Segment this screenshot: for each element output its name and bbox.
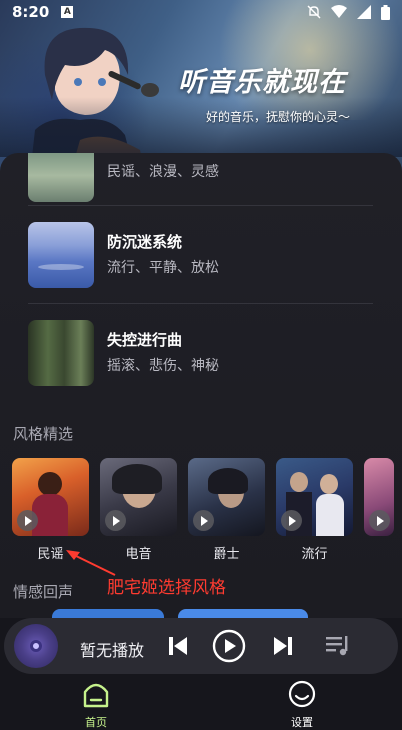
bottom-navigation: 首页 设置 xyxy=(0,674,402,730)
playlist-tags: 摇滚、悲伤、神秘 xyxy=(107,358,219,374)
hero-subtitle: 好的音乐，抚慰你的心灵～ xyxy=(206,110,351,124)
style-label: 爵士 xyxy=(213,547,240,562)
play-icon[interactable] xyxy=(281,510,302,531)
playlist-cover xyxy=(28,153,94,202)
now-playing-text: 暂无播放 xyxy=(80,641,145,660)
mute-bell-icon xyxy=(307,5,321,19)
previous-button[interactable] xyxy=(162,630,194,662)
play-circle-icon xyxy=(212,629,246,663)
divider xyxy=(28,303,373,304)
playlist-item[interactable]: 防沉迷系统 流行、平静、放松 xyxy=(28,221,378,289)
section-title-emotions: 情感回声 xyxy=(13,583,74,601)
battery-icon xyxy=(381,4,390,20)
playlist-item[interactable]: 民谣、浪漫、灵感 xyxy=(28,153,378,203)
mini-player[interactable]: 暂无播放 xyxy=(4,618,398,674)
emotion-card[interactable] xyxy=(52,609,164,618)
album-disc-icon[interactable] xyxy=(14,624,58,668)
home-icon xyxy=(83,683,109,708)
crowd-silhouette xyxy=(0,97,402,157)
playlist-item[interactable]: 失控进行曲 摇滚、悲伤、神秘 xyxy=(28,319,378,387)
annotation-text: 肥宅姬选择风格 xyxy=(107,578,226,598)
playlist-title: 防沉迷系统 xyxy=(107,233,183,251)
status-time: 8:20 xyxy=(12,3,50,21)
signal-icon xyxy=(357,5,371,19)
style-card-folk[interactable] xyxy=(12,458,89,536)
nav-home[interactable]: 首页 xyxy=(66,680,126,730)
divider xyxy=(28,205,373,206)
play-icon[interactable] xyxy=(369,510,390,531)
playlist-cover xyxy=(28,222,94,288)
next-button[interactable] xyxy=(267,630,299,662)
status-icons xyxy=(307,4,390,20)
playlist-tags: 民谣、浪漫、灵感 xyxy=(107,164,219,180)
play-icon[interactable] xyxy=(193,510,214,531)
status-bar: 8:20 A xyxy=(0,0,402,24)
skip-previous-icon xyxy=(169,637,187,655)
playlist-tags: 流行、平静、放松 xyxy=(107,260,219,276)
section-title-styles: 风格精选 xyxy=(13,425,74,443)
style-card-pop[interactable] xyxy=(276,458,353,536)
emotion-card[interactable] xyxy=(178,609,308,618)
wifi-icon xyxy=(331,5,347,18)
playlist-title: 失控进行曲 xyxy=(107,331,183,349)
skip-next-icon xyxy=(274,637,292,655)
playlist-music-icon xyxy=(326,636,348,656)
playlist-cover xyxy=(28,320,94,386)
nav-home-label: 首页 xyxy=(85,716,107,729)
style-card-electronic[interactable] xyxy=(100,458,177,536)
playlist-button[interactable] xyxy=(322,630,354,662)
play-icon[interactable] xyxy=(17,510,38,531)
hero-title: 听音乐就现在 xyxy=(178,67,346,98)
hero-banner: 听音乐就现在 好的音乐，抚慰你的心灵～ xyxy=(0,0,402,175)
nav-settings-label: 设置 xyxy=(291,716,313,729)
style-card-jazz[interactable] xyxy=(188,458,265,536)
play-button[interactable] xyxy=(211,628,247,664)
nav-settings[interactable]: 设置 xyxy=(272,680,332,730)
notification-a-icon: A xyxy=(61,6,74,18)
play-icon[interactable] xyxy=(105,510,126,531)
smile-settings-icon xyxy=(288,680,316,708)
style-label: 流行 xyxy=(301,547,328,562)
style-card-more[interactable] xyxy=(364,458,394,536)
